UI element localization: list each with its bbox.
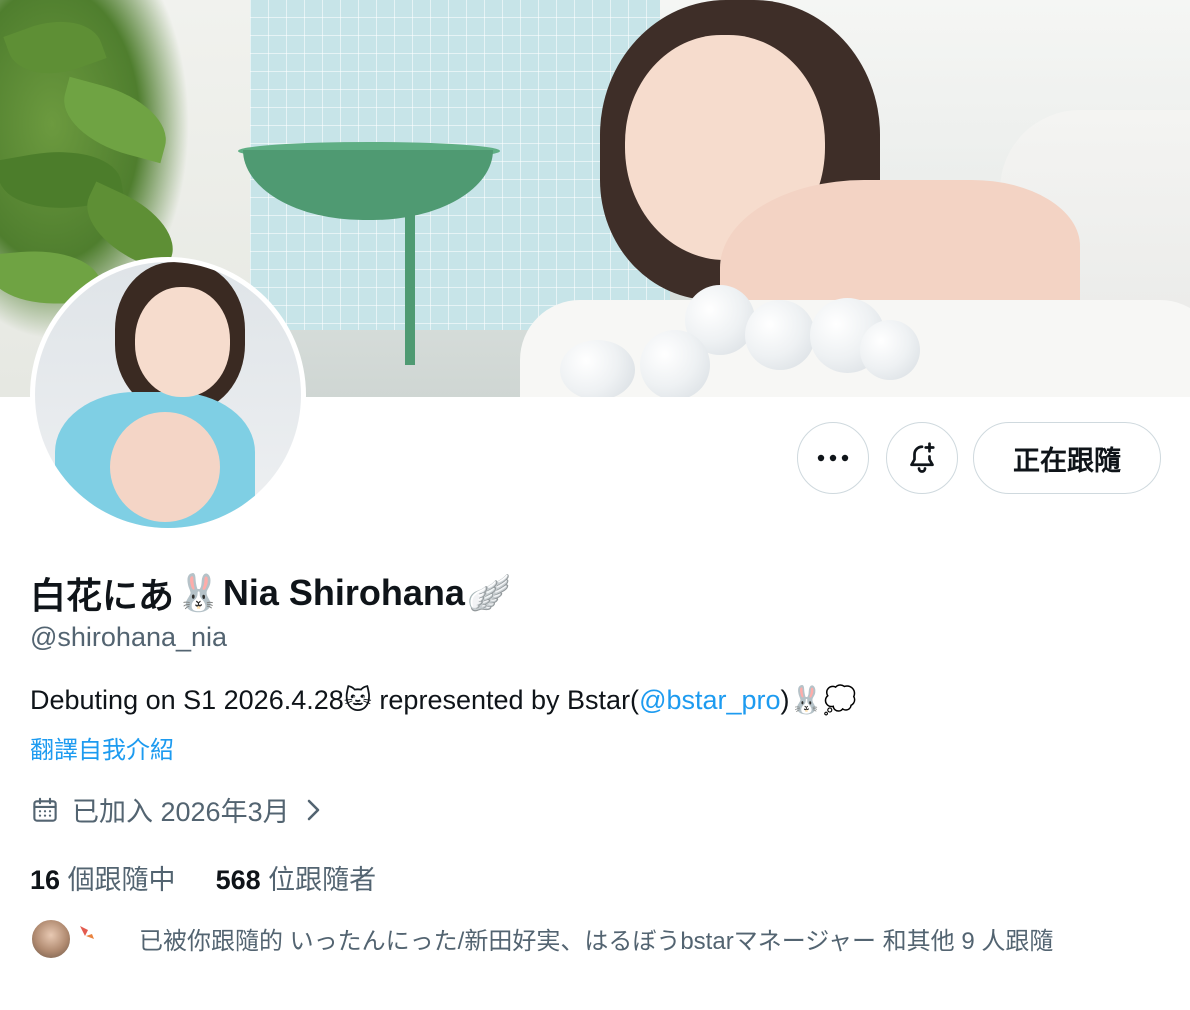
- more-button[interactable]: [797, 422, 869, 494]
- join-date[interactable]: 已加入 2026年3月: [30, 790, 324, 829]
- rabbit-icon: 🐰: [176, 572, 221, 613]
- calendar-icon: [33, 797, 57, 822]
- avatar: [75, 918, 117, 960]
- bio-mention-link[interactable]: @bstar_pro: [639, 685, 780, 716]
- more-icon: [817, 454, 849, 462]
- followers-label: 位跟隨者: [268, 865, 377, 895]
- follow-stats: 16 個跟隨中 568 位跟隨者: [30, 858, 376, 897]
- thought-bubble-icon: 💭: [823, 685, 857, 715]
- following-label: 個跟隨中: [67, 865, 176, 895]
- bio-text: Debuting on S1 2026.4.28: [30, 684, 344, 715]
- bio-text: represented by Bstar(: [371, 684, 640, 715]
- followers-you-know-text: 已被你跟隨的 いったんにった/新田好実、はるぼうbstarマネージャー 和其他 …: [139, 927, 1054, 955]
- user-handle: @shirohana_nia: [30, 622, 228, 652]
- profile-avatar[interactable]: [30, 257, 306, 533]
- translate-bio-link[interactable]: 翻譯自我介紹: [30, 730, 174, 765]
- mutual-avatars: [30, 916, 125, 960]
- cat-icon: 🐱: [343, 684, 372, 715]
- wing-icon: 🪽: [466, 572, 512, 613]
- join-date-text: 已加入 2026年3月: [72, 797, 290, 827]
- display-name-en: Nia Shirohana: [222, 572, 465, 613]
- followers-stat[interactable]: 568 位跟隨者: [216, 858, 377, 897]
- followers-count: 568: [215, 865, 261, 895]
- display-name: 白花にあ 🐰 Nia Shirohana 🪽: [30, 567, 512, 619]
- display-name-jp: 白花にあ: [30, 575, 175, 616]
- avatar: [30, 918, 72, 960]
- bio-text: ): [780, 684, 790, 715]
- notify-button[interactable]: [886, 422, 958, 494]
- following-stat[interactable]: 16 個跟隨中: [30, 858, 176, 897]
- following-button[interactable]: 正在跟隨: [973, 422, 1161, 494]
- chevron-right-icon: [307, 799, 319, 820]
- following-count: 16: [30, 865, 61, 895]
- bio: Debuting on S1 2026.4.28 🐱 represented b…: [30, 684, 857, 716]
- followers-you-know[interactable]: 已被你跟隨的 いったんにった/新田好実、はるぼうbstarマネージャー 和其他 …: [30, 916, 1053, 960]
- rabbit-icon: 🐰: [789, 685, 824, 715]
- bell-plus-icon: [910, 442, 935, 473]
